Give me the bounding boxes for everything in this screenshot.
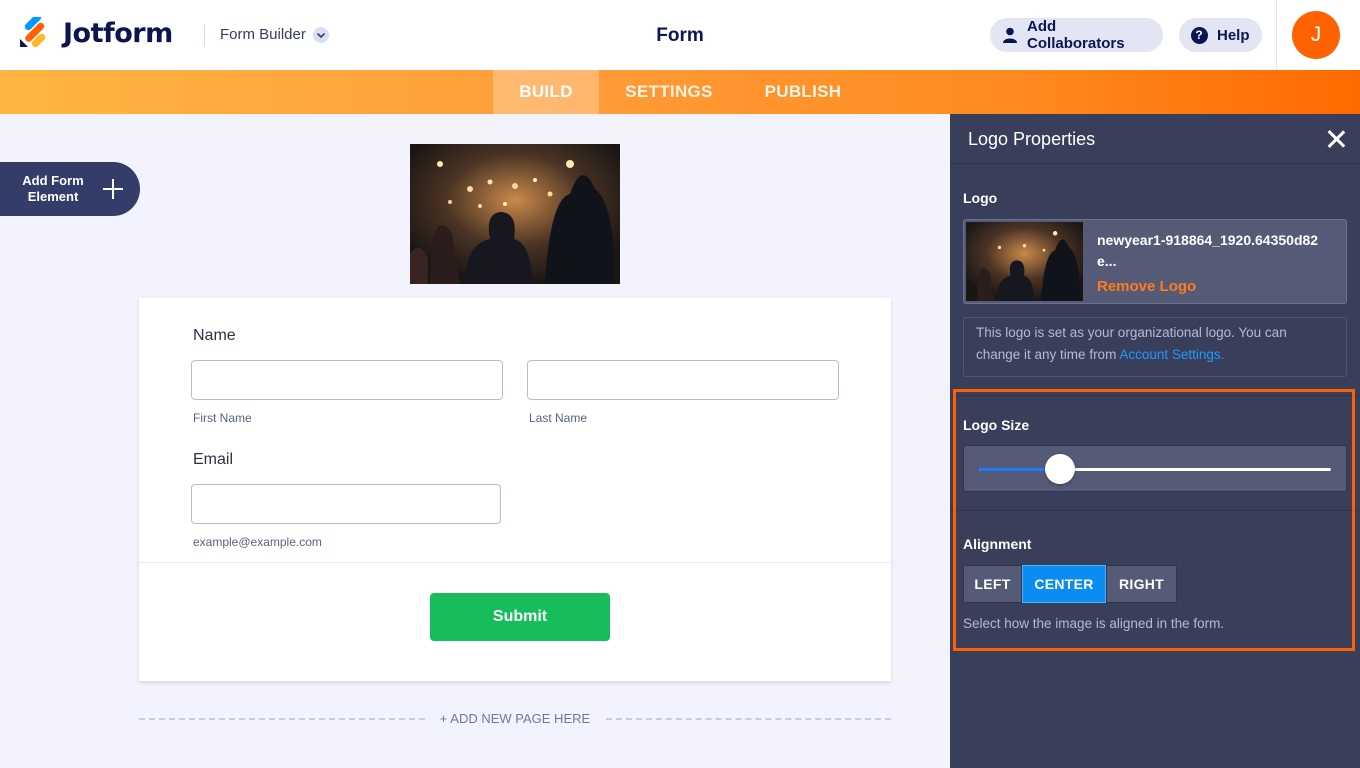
chevron-down-icon [312,26,329,43]
logo-thumbnail [966,222,1083,301]
add-new-page[interactable]: + ADD NEW PAGE HERE [139,711,891,727]
avatar[interactable]: J [1292,11,1340,59]
form-builder-label: Form Builder [220,26,306,43]
builder-nav: BUILD SETTINGS PUBLISH [0,70,1360,114]
first-name-sublabel[interactable]: First Name [193,411,252,425]
alignment-button-group: LEFT CENTER RIGHT [963,565,1177,603]
name-label[interactable]: Name [193,327,236,345]
logo-size-slider[interactable] [963,445,1347,492]
tab-settings[interactable]: SETTINGS [612,70,726,114]
submit-button[interactable]: Submit [430,593,610,641]
panel-title: Logo Properties [968,129,1096,149]
add-form-element-label: Add Form Element [22,173,84,204]
logo-size-label: Logo Size [963,417,1030,433]
jotform-logo-icon [20,17,46,48]
alignment-help-text: Select how the image is aligned in the f… [963,616,1225,631]
header-divider [204,24,205,46]
header-separator [1276,0,1277,70]
email-input[interactable] [191,484,501,524]
add-new-page-label[interactable]: + ADD NEW PAGE HERE [139,711,891,726]
align-right-button[interactable]: RIGHT [1106,565,1177,603]
help-icon: ? [1190,26,1208,44]
logo-file-name: newyear1-918864_1920.64350d82e... [1097,232,1319,269]
form-card: Name First Name Last Name Email example@… [139,298,891,681]
organizational-logo-info: This logo is set as your organizational … [963,317,1347,377]
form-builder-dropdown[interactable]: Form Builder [220,26,329,43]
panel-header: Logo Properties [950,114,1360,164]
card-divider [139,562,891,563]
email-label[interactable]: Email [193,451,233,469]
last-name-sublabel[interactable]: Last Name [529,411,587,425]
logo-file-box: newyear1-918864_1920.64350d82e... Remove… [963,219,1347,304]
user-icon [1001,26,1018,44]
close-icon[interactable] [1327,130,1345,148]
add-collaborators-button[interactable]: Add Collaborators [990,18,1163,52]
align-left-button[interactable]: LEFT [963,565,1022,603]
brand-name: Jotform [63,17,173,49]
slider-handle[interactable] [1044,454,1075,484]
top-header: Jotform Form Builder Form Add Collaborat… [0,0,1360,70]
last-name-input[interactable] [527,360,839,400]
first-name-input[interactable] [191,360,503,400]
help-label: Help [1217,26,1250,44]
align-center-button[interactable]: CENTER [1022,565,1106,603]
alignment-label: Alignment [963,536,1032,552]
email-sublabel[interactable]: example@example.com [193,535,322,549]
plus-icon[interactable] [103,179,123,199]
help-button[interactable]: ? Help [1179,18,1262,52]
tab-build[interactable]: BUILD [493,70,599,114]
logo-section-label: Logo [963,190,998,206]
form-logo-image[interactable] [410,144,620,284]
add-collaborators-label: Add Collaborators [1027,18,1125,52]
account-settings-link[interactable]: Account Settings. [1119,347,1224,362]
section-divider [950,395,1360,396]
logo-properties-panel: Logo Properties Logo newyear1-918864_192… [950,114,1360,768]
tab-publish[interactable]: PUBLISH [752,70,854,114]
jotform-logo[interactable]: Jotform [18,17,173,49]
remove-logo-link[interactable]: Remove Logo [1097,278,1196,295]
section-divider [950,510,1360,511]
